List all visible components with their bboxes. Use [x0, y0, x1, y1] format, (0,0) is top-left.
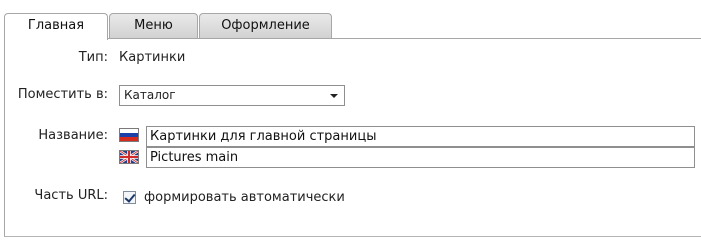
tab-menu[interactable]: Меню [109, 13, 198, 38]
uk-flag-icon [119, 150, 139, 164]
url-auto-label[interactable]: формировать автоматически [144, 190, 345, 205]
place-label: Поместить в: [17, 87, 108, 102]
tab-main[interactable]: Главная [4, 13, 108, 40]
type-label: Тип: [78, 50, 108, 65]
chevron-down-icon [330, 94, 338, 98]
place-select-value: Каталог [124, 88, 176, 102]
url-label: Часть URL: [34, 188, 108, 203]
name-en-input[interactable] [146, 147, 695, 168]
place-select[interactable]: Каталог [119, 85, 345, 106]
url-auto-checkbox[interactable] [123, 191, 136, 204]
tab-design[interactable]: Оформление [199, 13, 332, 38]
name-ru-input[interactable] [146, 126, 695, 147]
russia-flag-icon [119, 128, 139, 142]
type-value: Картинки [119, 50, 186, 65]
checkmark-icon [124, 191, 136, 203]
name-label: Название: [38, 128, 108, 143]
uk-flag-graphic [120, 151, 138, 163]
